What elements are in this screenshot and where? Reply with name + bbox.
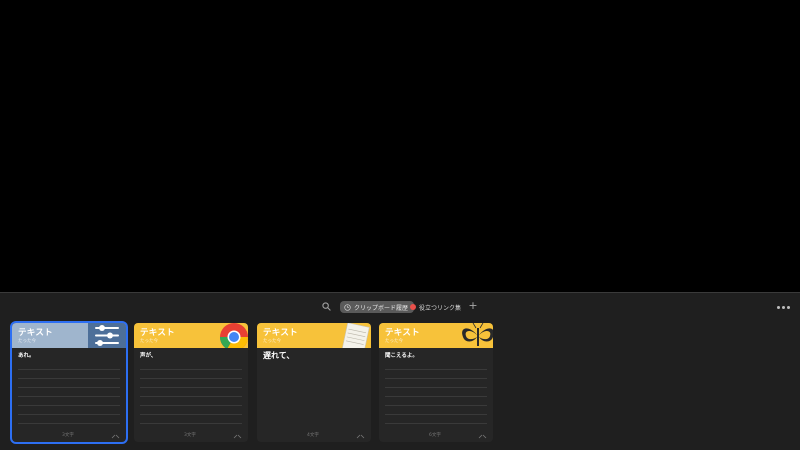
clock-icon: [344, 303, 351, 311]
chrome-icon: [220, 323, 248, 348]
tab-clipboard-history[interactable]: クリップボード履歴: [340, 301, 415, 313]
card-content: 声が、: [140, 353, 157, 359]
card-content: 遅れて、: [263, 351, 295, 360]
clipboard-card[interactable]: テキスト たった今 声が、 3文字: [134, 323, 248, 442]
card-title: テキスト: [18, 328, 53, 338]
card-title: テキスト: [263, 328, 298, 338]
tab-clipboard-history-label: クリップボード履歴: [354, 304, 409, 312]
clipboard-card[interactable]: テキスト たった今 遅れて、 4文字: [257, 323, 371, 442]
card-lines: [140, 361, 242, 429]
card-subtitle: たった今: [263, 339, 281, 344]
card-content: 聞こえるよ。: [385, 353, 418, 359]
card-link-icon: [111, 434, 120, 439]
notes-icon: [341, 323, 370, 348]
card-content: あれ。: [18, 353, 35, 359]
chain-icon: [356, 434, 365, 439]
card-link-icon: [356, 434, 365, 439]
character-count: 3文字: [184, 433, 196, 438]
chain-icon: [478, 434, 487, 439]
clipboard-card[interactable]: テキスト たった今 あれ。 3文字: [10, 321, 128, 444]
chain-icon: [233, 434, 242, 439]
more-options-button[interactable]: [777, 304, 791, 310]
card-lines: [18, 361, 120, 429]
card-subtitle: たった今: [140, 339, 158, 344]
card-subtitle: たった今: [18, 339, 36, 344]
card-header: テキスト たった今: [257, 323, 371, 348]
card-header: テキスト たった今: [134, 323, 248, 348]
character-count: 3文字: [62, 433, 74, 438]
desktop-background: [0, 0, 800, 292]
tab-useful-links-label: 役立つリンク集: [419, 304, 462, 312]
card-link-icon: [233, 434, 242, 439]
card-header: テキスト たった今: [12, 323, 126, 348]
red-dot-icon: [410, 304, 416, 310]
card-link-icon: [478, 434, 487, 439]
search-icon[interactable]: [322, 302, 331, 311]
more-dot-icon: [782, 305, 785, 309]
card-lines: [385, 361, 487, 429]
character-count: 4文字: [307, 433, 319, 438]
butterfly-icon: [462, 323, 493, 346]
card-title: テキスト: [385, 328, 420, 338]
clipboard-panel: クリップボード履歴 役立つリンク集 + テキスト たった今 あれ。 3文字 テキ…: [0, 292, 800, 450]
card-title: テキスト: [140, 328, 175, 338]
clipboard-card[interactable]: テキスト たった今 聞こえるよ。 6文字: [379, 323, 493, 442]
more-dot-icon: [777, 305, 780, 309]
chain-icon: [111, 434, 120, 439]
tab-useful-links[interactable]: 役立つリンク集: [410, 301, 461, 313]
character-count: 6文字: [429, 433, 441, 438]
more-dot-icon: [787, 305, 790, 309]
card-header: テキスト たった今: [379, 323, 493, 348]
panel-toolbar: クリップボード履歴 役立つリンク集 +: [0, 299, 800, 314]
card-subtitle: たった今: [385, 339, 403, 344]
add-list-button[interactable]: +: [468, 299, 478, 313]
sliders-icon: [88, 323, 126, 348]
